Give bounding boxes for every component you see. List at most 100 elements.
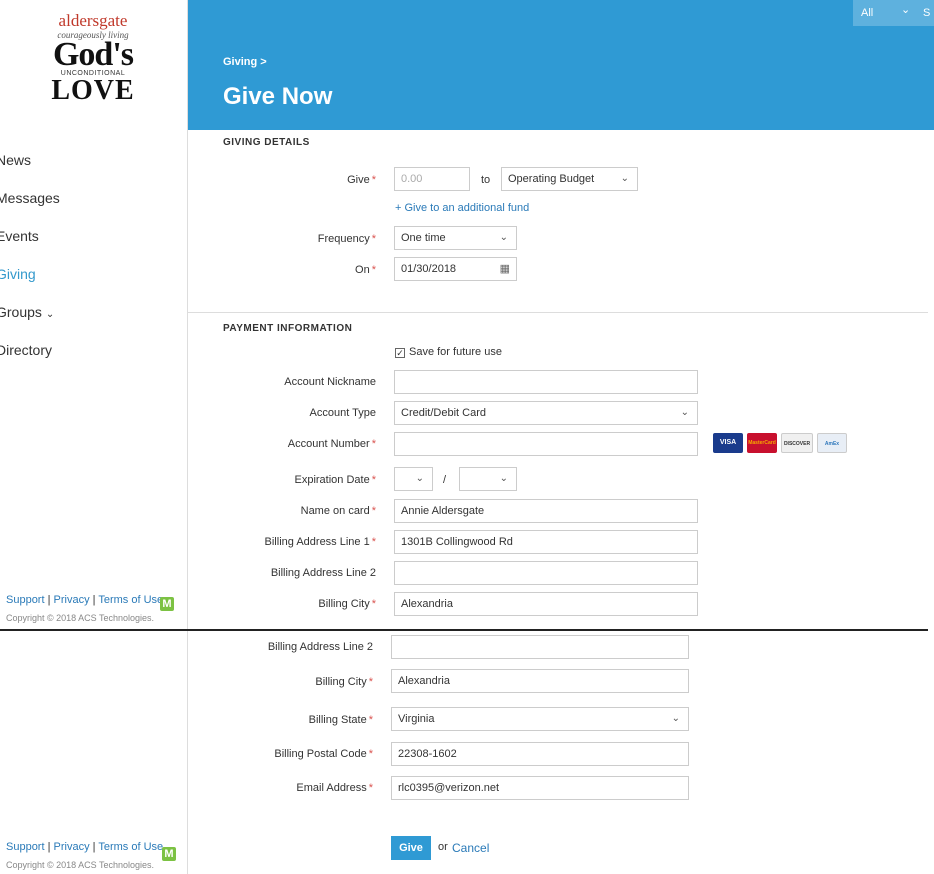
frequency-select[interactable]: One time ⌄ — [394, 226, 517, 250]
to-text: to — [481, 174, 491, 186]
state-label-text: Billing State — [308, 714, 367, 726]
required-marker: * — [371, 233, 376, 245]
give-button[interactable]: Give — [391, 836, 431, 860]
billing-city-input[interactable]: Alexandria — [394, 592, 698, 616]
support-link[interactable]: Support — [6, 594, 45, 606]
privacy-link[interactable]: Privacy — [54, 594, 90, 606]
billing-line2-label: Billing Address Line 2 — [267, 641, 373, 653]
billing-line1-label: Billing Address Line 1 * — [240, 536, 376, 548]
privacy-link[interactable]: Privacy — [54, 841, 90, 853]
billing-line2-input[interactable] — [394, 561, 698, 585]
billing1-label-text: Billing Address Line 1 — [264, 536, 370, 548]
account-type-label: Account Type — [309, 407, 376, 419]
logo-line-3: God's — [52, 36, 134, 73]
or-text: or — [438, 841, 448, 853]
nickname-input[interactable] — [394, 370, 698, 394]
nav-item-events[interactable]: Events — [0, 228, 39, 244]
billing-state-label: Billing State * — [236, 714, 373, 726]
required-marker: * — [371, 438, 376, 450]
nav-item-news[interactable]: News — [0, 152, 31, 168]
required-marker: * — [368, 748, 373, 760]
account-type-select[interactable]: Credit/Debit Card ⌄ — [394, 401, 698, 425]
billing-line2-input[interactable] — [391, 635, 689, 659]
amex-card-icon: AmEx — [817, 433, 847, 453]
chevron-down-icon: ⌄ — [499, 473, 508, 484]
city-label-text: Billing City — [315, 676, 367, 688]
account-number-label-text: Account Number — [287, 438, 370, 450]
chevron-down-icon: ⌄ — [671, 713, 680, 724]
postal-label-text: Billing Postal Code — [274, 748, 367, 760]
expiration-label-text: Expiration Date — [294, 474, 370, 486]
church-logo[interactable]: aldersgate courageously living God's UNC… — [18, 11, 168, 106]
save-future-checkbox[interactable]: ✓ Save for future use — [395, 346, 502, 358]
nav-item-directory[interactable]: Directory — [0, 342, 52, 358]
expiration-label: Expiration Date * — [240, 474, 377, 486]
search-scope-value: All — [861, 7, 874, 19]
billing-line2-label: Billing Address Line 2 — [270, 567, 376, 579]
terms-link[interactable]: Terms of Use — [98, 841, 163, 853]
nav-item-giving[interactable]: Giving — [0, 266, 36, 282]
logo-line-5: LOVE — [51, 75, 135, 106]
frequency-label: Frequency * — [280, 233, 376, 245]
billing-city-input[interactable]: Alexandria — [391, 669, 689, 693]
city-label-text: Billing City — [318, 598, 370, 610]
chevron-down-icon: ⌄ — [499, 232, 508, 243]
copyright: Copyright © 2018 ACS Technologies. — [6, 860, 155, 870]
search-scope-select[interactable]: All ⌄ S — [853, 0, 934, 26]
billing-postal-label: Billing Postal Code * — [236, 748, 373, 760]
fund-select[interactable]: Operating Budget ⌄ — [501, 167, 638, 191]
required-marker: * — [371, 474, 376, 486]
chevron-down-icon: ⌄ — [901, 4, 911, 16]
footer-links: Support | Privacy | Terms of Use — [6, 841, 163, 853]
nav-item-groups[interactable]: Groups ⌄ — [0, 304, 54, 320]
section-divider — [188, 312, 928, 313]
separator: | — [47, 841, 51, 853]
billing-line1-input[interactable]: 1301B Collingwood Rd — [394, 530, 698, 554]
name-on-card-input[interactable]: Annie Aldersgate — [394, 499, 698, 523]
ministry-platform-logo: M — [162, 847, 176, 861]
billing-state-select[interactable]: Virginia ⌄ — [391, 707, 689, 731]
amount-input[interactable]: 0.00 — [394, 167, 470, 191]
nav-item-groups-label: Groups — [0, 304, 42, 320]
support-link[interactable]: Support — [6, 841, 45, 853]
account-type-value: Credit/Debit Card — [401, 407, 486, 419]
sidebar: aldersgate courageously living God's UNC… — [0, 0, 188, 630]
email-input[interactable]: rlc0395@verizon.net — [391, 776, 689, 800]
chevron-down-icon: ⌄ — [620, 173, 629, 184]
frequency-label-text: Frequency — [317, 233, 370, 245]
add-fund-link[interactable]: + Give to an additional fund — [395, 202, 529, 214]
page-header: Giving > Give Now All ⌄ S — [188, 0, 934, 130]
name-on-card-label: Name on card * — [240, 505, 376, 517]
on-label-text: On — [355, 264, 370, 276]
breadcrumb[interactable]: Giving > — [223, 56, 267, 68]
email-label: Email Address * — [236, 782, 373, 794]
giving-details-heading: GIVING DETAILS — [223, 137, 310, 148]
nav-item-messages[interactable]: Messages — [0, 190, 60, 206]
chevron-down-icon: ⌄ — [680, 407, 689, 418]
account-number-input[interactable] — [394, 432, 698, 456]
billing-city-label: Billing City * — [240, 598, 376, 610]
fund-value: Operating Budget — [508, 173, 595, 185]
give-label: Give * — [280, 174, 376, 186]
exp-month-select[interactable]: ⌄ — [394, 467, 433, 491]
payment-information-heading: PAYMENT INFORMATION — [223, 323, 353, 334]
give-label-text: Give — [347, 174, 370, 186]
calendar-icon[interactable]: ▦ — [500, 262, 510, 275]
page-title: Give Now — [223, 83, 333, 110]
visa-card-icon: VISA — [713, 433, 743, 453]
discover-card-icon: DISCOVER — [781, 433, 813, 453]
required-marker: * — [371, 598, 376, 610]
required-marker: * — [368, 714, 373, 726]
exp-year-select[interactable]: ⌄ — [459, 467, 517, 491]
date-input[interactable]: 01/30/2018 ▦ — [394, 257, 517, 281]
logo-line-1: aldersgate — [58, 11, 128, 30]
billing-state-value: Virginia — [398, 713, 435, 725]
search-input-partial[interactable]: S — [923, 7, 930, 19]
required-marker: * — [368, 676, 373, 688]
cancel-link[interactable]: Cancel — [452, 841, 489, 855]
billing-postal-input[interactable]: 22308-1602 — [391, 742, 689, 766]
terms-link[interactable]: Terms of Use — [98, 594, 163, 606]
save-future-label: Save for future use — [409, 346, 502, 358]
email-label-text: Email Address — [296, 782, 367, 794]
required-marker: * — [371, 264, 376, 276]
